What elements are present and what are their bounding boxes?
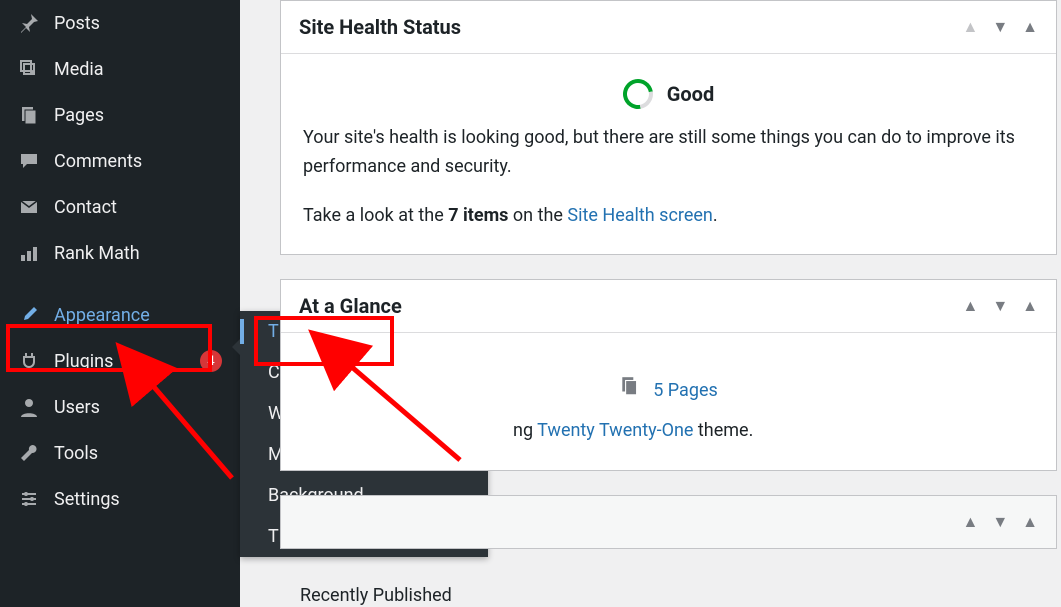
handle-actions: ▲ ▼ ▲ <box>962 296 1038 316</box>
move-up-icon[interactable]: ▲ <box>962 17 978 37</box>
sidebar-label: Rank Math <box>54 243 222 264</box>
sidebar-label: Appearance <box>54 305 222 326</box>
sidebar-label: Comments <box>54 151 222 172</box>
move-up-icon[interactable]: ▲ <box>962 296 978 316</box>
sliders-icon <box>18 488 40 510</box>
move-down-icon[interactable]: ▼ <box>992 296 1008 316</box>
toggle-icon[interactable]: ▲ <box>1022 512 1038 532</box>
health-status: Good <box>667 78 714 110</box>
sidebar-label: Plugins <box>54 351 180 372</box>
health-gauge-icon <box>617 73 659 115</box>
site-health-link[interactable]: Site Health screen <box>567 205 712 226</box>
sidebar-item-settings[interactable]: Settings <box>0 476 240 522</box>
text: . <box>713 205 718 226</box>
sidebar-label: Settings <box>54 489 222 510</box>
site-health-body: Good Your site's health is looking good,… <box>281 54 1056 254</box>
sidebar-item-media[interactable]: Media <box>0 46 240 92</box>
admin-sidebar: Posts Media Pages Comments Contact Rank … <box>0 0 240 607</box>
postbox-header: Site Health Status ▲ ▼ ▲ <box>281 1 1056 54</box>
chart-icon <box>18 242 40 264</box>
text: theme. <box>693 420 753 441</box>
user-icon <box>18 396 40 418</box>
sidebar-item-comments[interactable]: Comments <box>0 138 240 184</box>
sidebar-label: Posts <box>54 13 222 34</box>
glance-body: 5 Pages ng Twenty Twenty-One theme. <box>281 333 1056 470</box>
sidebar-item-appearance[interactable]: Appearance <box>0 292 240 338</box>
wrench-icon <box>18 442 40 464</box>
comment-icon <box>18 150 40 172</box>
update-badge: 4 <box>200 350 222 372</box>
health-take: Take a look at the 7 items on the Site H… <box>303 202 1034 231</box>
sidebar-item-posts[interactable]: Posts <box>0 0 240 46</box>
text: on the <box>508 205 567 226</box>
sidebar-item-tools[interactable]: Tools <box>0 430 240 476</box>
sidebar-label: Tools <box>54 443 222 464</box>
site-health-title: Site Health Status <box>299 15 461 39</box>
mail-icon <box>18 196 40 218</box>
handle-actions: ▲ ▼ ▲ <box>962 512 1038 532</box>
sidebar-label: Pages <box>54 105 222 126</box>
health-desc: Your site's health is looking good, but … <box>303 124 1034 182</box>
pin-icon <box>18 12 40 34</box>
sidebar-item-pages[interactable]: Pages <box>0 92 240 138</box>
media-icon <box>18 58 40 80</box>
toggle-icon[interactable]: ▲ <box>1022 17 1038 37</box>
move-up-icon[interactable]: ▲ <box>962 512 978 532</box>
postbox-header: At a Glance ▲ ▼ ▲ <box>281 280 1056 333</box>
postbox-header: x ▲ ▼ ▲ <box>281 496 1056 548</box>
sidebar-item-rankmath[interactable]: Rank Math <box>0 230 240 276</box>
move-down-icon[interactable]: ▼ <box>992 512 1008 532</box>
toggle-icon[interactable]: ▲ <box>1022 296 1038 316</box>
sidebar-label: Users <box>54 397 222 418</box>
at-a-glance-postbox: At a Glance ▲ ▼ ▲ 5 Pages ng Twenty Twen… <box>280 279 1057 471</box>
dashboard-main: Site Health Status ▲ ▼ ▲ Good Your site'… <box>280 0 1057 573</box>
plug-icon <box>18 350 40 372</box>
text: Take a look at the <box>303 205 448 226</box>
text: ng <box>513 420 537 441</box>
pages-icon <box>619 375 641 407</box>
sidebar-label: Media <box>54 59 222 80</box>
items-count: 7 items <box>448 205 508 226</box>
glance-title: At a Glance <box>299 294 402 318</box>
sidebar-item-plugins[interactable]: Plugins 4 <box>0 338 240 384</box>
activity-postbox: x ▲ ▼ ▲ Recently Published <box>280 495 1057 549</box>
site-health-postbox: Site Health Status ▲ ▼ ▲ Good Your site'… <box>280 0 1057 255</box>
sidebar-item-users[interactable]: Users <box>0 384 240 430</box>
pages-count-link[interactable]: 5 Pages <box>653 377 718 406</box>
brush-icon <box>18 304 40 326</box>
sidebar-item-contact[interactable]: Contact <box>0 184 240 230</box>
pages-icon <box>18 104 40 126</box>
theme-link[interactable]: Twenty Twenty-One <box>537 420 693 441</box>
sidebar-label: Contact <box>54 197 222 218</box>
recently-published-peek: Recently Published <box>300 585 452 606</box>
handle-actions: ▲ ▼ ▲ <box>962 17 1038 37</box>
move-down-icon[interactable]: ▼ <box>992 17 1008 37</box>
